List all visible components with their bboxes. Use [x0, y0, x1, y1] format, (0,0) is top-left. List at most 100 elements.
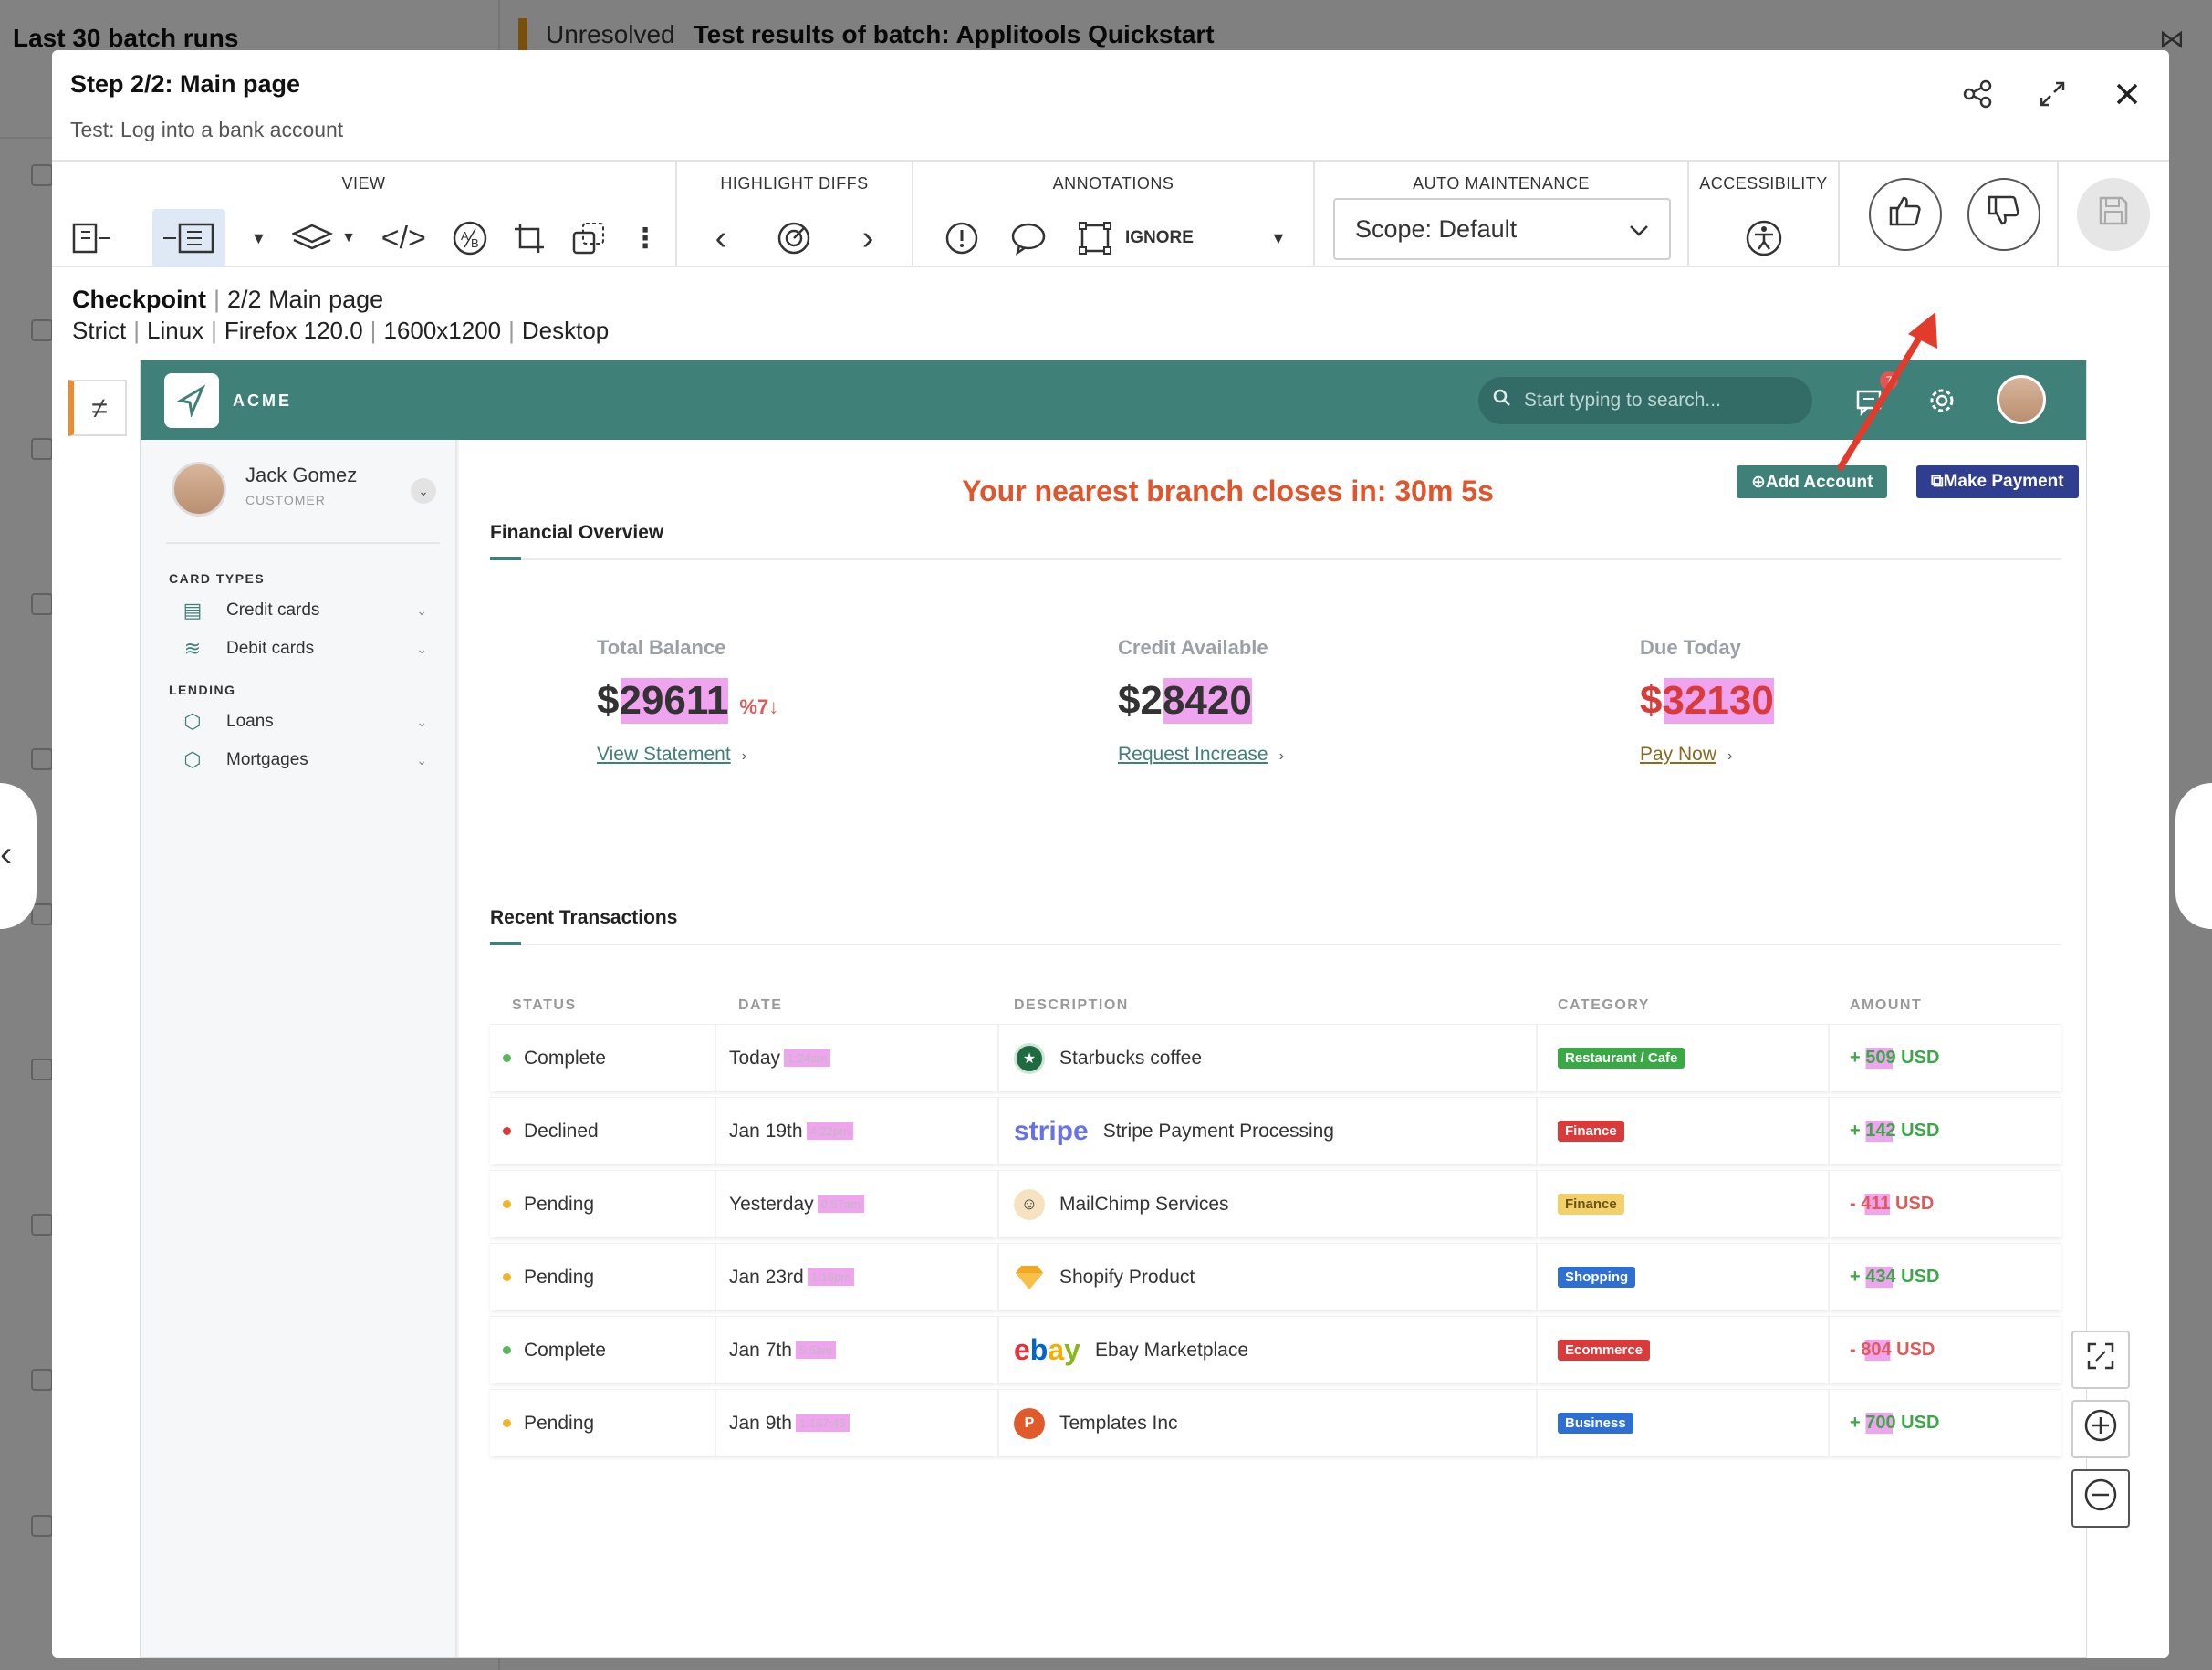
comparison-view-icon[interactable] [151, 209, 225, 267]
table-row[interactable]: Pending Jan 9th 1:167:45 P Templates Inc Busi… [490, 1389, 2061, 1456]
region-type-caret-icon[interactable]: ▼ [1270, 209, 1287, 267]
status-cell: Pending [490, 1390, 716, 1456]
next-diff-icon[interactable]: › [862, 209, 874, 267]
accessibility-icon[interactable] [1745, 209, 1783, 267]
layers-icon[interactable]: ▼ [292, 209, 356, 267]
col-description: DESCRIPTION [1014, 997, 1129, 1013]
zoom-out-button[interactable] [2071, 1469, 2130, 1528]
zoom-in-icon [2083, 1408, 2118, 1450]
view-statement-link[interactable]: View Statement [597, 744, 731, 766]
acme-logo-icon [164, 373, 219, 428]
description-text: Templates Inc [1059, 1412, 1178, 1434]
col-date: DATE [738, 997, 783, 1013]
app-sidebar: Jack Gomez CUSTOMER ⌄ CARD TYPES ▤ Credi… [141, 440, 457, 1657]
chevron-right-icon: › [1278, 748, 1284, 764]
fit-screen-icon [2085, 1341, 2116, 1379]
amount-text: + 142 USD [1850, 1121, 1940, 1142]
checkpoint-screenshot[interactable]: ACME 7 Jack Gomez CUSTOMER ⌄ CARD TYPES [140, 360, 2087, 1658]
sidebar-item-label: Credit cards [226, 600, 320, 620]
make-payment-button[interactable]: ⧉Make Payment [1916, 465, 2079, 498]
expand-icon[interactable] [2036, 78, 2069, 110]
table-row[interactable]: Pending Jan 23rd 1:16pm Shopify Product Shop… [490, 1243, 2061, 1310]
sidebar-section-lending: LENDING [169, 683, 236, 697]
overlap-icon[interactable] [571, 209, 606, 267]
description-cell: stripe Stripe Payment Processing [999, 1098, 1538, 1164]
table-row[interactable]: Declined Jan 19th 4:22pm stripe Stripe Payme… [490, 1097, 2061, 1164]
scope-select[interactable]: Scope: Default [1333, 198, 1671, 260]
approval-group [1840, 162, 2059, 266]
stat-value: $29611 [597, 678, 729, 724]
request-increase-link[interactable]: Request Increase [1118, 744, 1268, 766]
description-text: Starbucks coffee [1059, 1047, 1203, 1069]
app-search-box[interactable] [1478, 377, 1812, 424]
reject-button[interactable] [1967, 178, 2040, 251]
settings-gear-icon[interactable] [1927, 386, 1956, 423]
save-button[interactable] [2077, 178, 2150, 251]
description-text: MailChimp Services [1059, 1193, 1229, 1215]
notifications-icon[interactable] [1854, 384, 1887, 424]
pay-now-link[interactable]: Pay Now [1640, 744, 1716, 766]
category-cell: Shopping [1538, 1244, 1830, 1310]
category-badge: Finance [1558, 1194, 1624, 1215]
date-cell: Jan 7th 5:5am [716, 1317, 999, 1383]
table-row[interactable]: Complete Today 1:24am ★ Starbucks coffee Rest… [490, 1024, 2061, 1091]
user-avatar[interactable] [1997, 375, 2046, 424]
mailchimp-logo-icon: ☺ [1014, 1188, 1045, 1220]
save-icon [2097, 194, 2130, 235]
status-text: Pending [524, 1266, 595, 1288]
stat-label: Total Balance [597, 636, 726, 659]
crop-icon[interactable] [513, 209, 546, 267]
ab-compare-icon[interactable]: AB [452, 209, 488, 267]
sidebar-section-card-types: CARD TYPES [169, 571, 266, 586]
comment-icon[interactable] [1010, 209, 1047, 267]
category-badge: Business [1558, 1413, 1633, 1434]
os-name: Linux [147, 317, 204, 344]
amount-cell: + 700 USD [1830, 1390, 2061, 1456]
code-icon[interactable]: </> [381, 209, 426, 267]
amount-cell: + 142 USD [1830, 1098, 2061, 1164]
side-by-side-icon[interactable] [72, 209, 127, 267]
highlight-target-icon[interactable] [777, 209, 811, 267]
time-text: 1:16pm [807, 1268, 855, 1286]
category-cell: Business [1538, 1390, 1830, 1456]
more-options-icon[interactable]: ⋮ [631, 209, 659, 267]
zoom-in-button[interactable] [2071, 1400, 2130, 1458]
date-text: Yesterday [729, 1193, 814, 1215]
previous-step-button[interactable]: ‹ [0, 783, 37, 929]
stat-total-balance: Total Balance $29611 %7↓ View Statement › [597, 636, 778, 766]
status-text: Complete [524, 1339, 606, 1361]
templates-logo-icon: P [1014, 1407, 1045, 1439]
ignore-region-icon[interactable]: IGNORE [1078, 209, 1194, 267]
description-text: Ebay Marketplace [1094, 1339, 1249, 1361]
issue-icon[interactable] [944, 209, 979, 267]
app-search-input[interactable] [1524, 390, 1779, 412]
table-row[interactable]: Complete Jan 7th 5:5am e b a y Ebay Marketplace… [490, 1316, 2061, 1383]
browser-name: Firefox 120.0 [224, 317, 363, 344]
date-cell: Today 1:24am [716, 1025, 999, 1091]
sidebar-item-debit-cards[interactable]: ≋ Debit cards ⌄ [181, 637, 427, 661]
user-menu-chevron-icon[interactable]: ⌄ [411, 478, 436, 504]
stat-value-row: $28420 [1118, 678, 1284, 724]
sidebar-item-mortgages[interactable]: ⬡ Mortgages ⌄ [181, 748, 427, 772]
status-dot [503, 1273, 511, 1281]
sidebar-item-credit-cards[interactable]: ▤ Credit cards ⌄ [181, 599, 427, 622]
fit-to-screen-button[interactable] [2071, 1331, 2130, 1389]
category-badge: Restaurant / Cafe [1558, 1048, 1685, 1069]
view-dropdown-caret-icon[interactable]: ▼ [251, 209, 267, 267]
scope-value: Scope: Default [1355, 214, 1518, 243]
next-step-button[interactable] [2175, 783, 2212, 929]
accept-button[interactable] [1869, 178, 1942, 251]
sidebar-item-loans[interactable]: ⬡ Loans ⌄ [181, 710, 427, 734]
category-cell: Ecommerce [1538, 1317, 1830, 1383]
section-divider [490, 942, 2061, 945]
close-icon[interactable] [2111, 78, 2144, 110]
table-row[interactable]: Pending Yesterday 0:57am ☺ MailChimp Service… [490, 1170, 2061, 1237]
share-icon[interactable] [1961, 78, 1994, 110]
difference-toggle[interactable]: ≠ [68, 380, 127, 436]
time-text: 1:24am [784, 1049, 831, 1067]
previous-diff-icon[interactable]: ‹ [715, 209, 727, 267]
add-account-button[interactable]: ⊕Add Account [1737, 465, 1888, 498]
col-category: CATEGORY [1558, 997, 1650, 1013]
svg-text:B: B [471, 236, 479, 250]
category-cell: Finance [1538, 1098, 1830, 1164]
